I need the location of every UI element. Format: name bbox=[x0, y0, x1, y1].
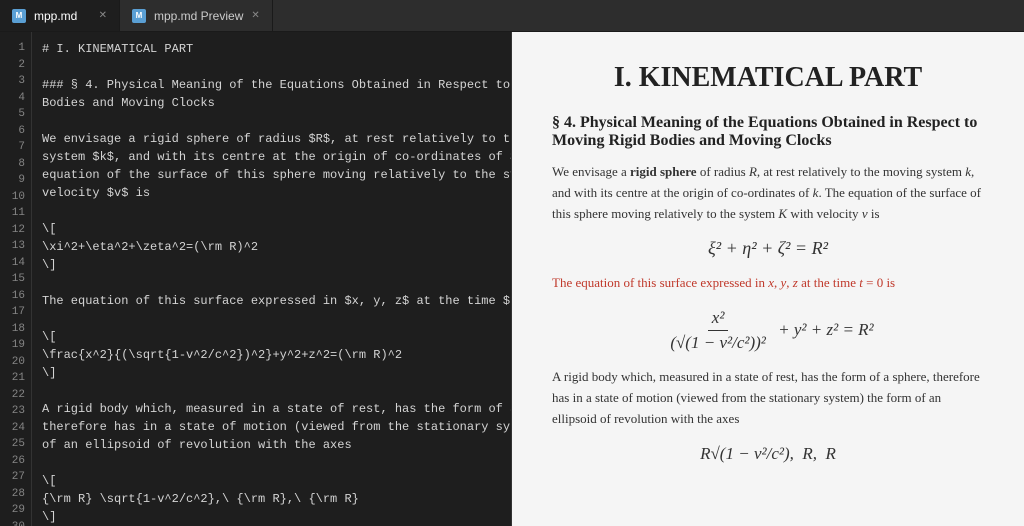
preview-tab-icon: M bbox=[132, 9, 146, 23]
tab-editor[interactable]: M mpp.md ✕ bbox=[0, 0, 120, 31]
preview-title: I. KINEMATICAL PART bbox=[552, 62, 984, 94]
equation-block-3: R√(1 − v²/c²), R, R bbox=[552, 444, 984, 464]
equation-block-1: ξ² + η² + ζ² = R² bbox=[552, 238, 984, 259]
editor-tab-close[interactable]: ✕ bbox=[99, 10, 107, 21]
preview-tab-label: mpp.md Preview bbox=[154, 9, 243, 23]
preview-section-title: § 4. Physical Meaning of the Equations O… bbox=[552, 114, 984, 150]
preview-para3: A rigid body which, measured in a state … bbox=[552, 367, 984, 429]
tab-preview[interactable]: M mpp.md Preview ✕ bbox=[120, 0, 273, 31]
editor-tab-icon: M bbox=[12, 9, 26, 23]
line-numbers: 1234567891011121314151617181920212223242… bbox=[0, 32, 32, 526]
editor-tab-label: mpp.md bbox=[34, 9, 77, 23]
preview-para1: We envisage a rigid sphere of radius R, … bbox=[552, 162, 984, 224]
code-content[interactable]: # I. KINEMATICAL PART### § 4. Physical M… bbox=[32, 32, 511, 526]
preview-pane[interactable]: I. KINEMATICAL PART § 4. Physical Meanin… bbox=[512, 32, 1024, 526]
preview-tab-close[interactable]: ✕ bbox=[251, 10, 259, 21]
tab-bar: M mpp.md ✕ M mpp.md Preview ✕ bbox=[0, 0, 1024, 32]
editor-pane: 1234567891011121314151617181920212223242… bbox=[0, 32, 512, 526]
equation-block-2: x² (√(1 − v²/c²))² + y² + z² = R² bbox=[552, 308, 984, 353]
content-area: 1234567891011121314151617181920212223242… bbox=[0, 32, 1024, 526]
preview-para2: The equation of this surface expressed i… bbox=[552, 273, 984, 294]
